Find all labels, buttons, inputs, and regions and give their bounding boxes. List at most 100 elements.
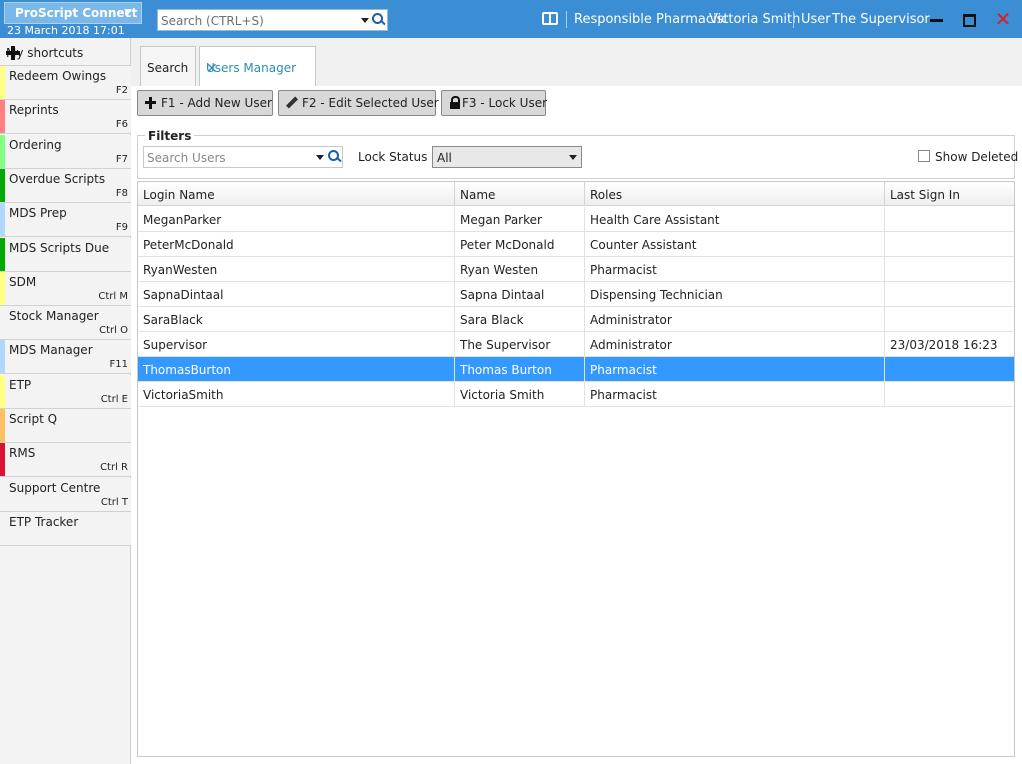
search-dropdown-icon[interactable] bbox=[316, 155, 324, 160]
cell-text: 23/03/2018 16:23 bbox=[890, 338, 998, 352]
checkbox-icon[interactable] bbox=[918, 150, 930, 162]
table-row[interactable]: SapnaDintaal Sapna Dintaal Dispensing Tech… bbox=[138, 282, 1014, 307]
shortcut-key: Ctrl E bbox=[100, 393, 128, 405]
cell-login-name: SaraBlack bbox=[138, 307, 455, 331]
table-row[interactable]: ThomasBurton Thomas Burton Pharmacist bbox=[138, 357, 1014, 382]
filters-legend: Filters bbox=[145, 129, 195, 143]
shortcut-color-bar bbox=[0, 203, 5, 237]
lock-user-label: F3 - Lock User bbox=[462, 96, 548, 110]
current-datetime: 23 March 2018 17:01 bbox=[7, 24, 125, 37]
table-row[interactable]: MeganParker Megan Parker Health Care Assis… bbox=[138, 207, 1014, 232]
maximize-icon[interactable] bbox=[961, 10, 979, 28]
shortcut-stock-manager[interactable]: Stock Manager Ctrl O bbox=[0, 306, 131, 341]
shortcut-ordering[interactable]: Ordering F7 bbox=[0, 134, 131, 169]
add-shortcut-icon[interactable] bbox=[6, 46, 20, 60]
shortcut-sdm[interactable]: SDM Ctrl M bbox=[0, 271, 131, 306]
shortcut-label: Script Q bbox=[9, 412, 58, 426]
close-icon[interactable]: ✕ bbox=[994, 9, 1012, 29]
global-search[interactable] bbox=[157, 9, 388, 31]
tab-label: Users Manager bbox=[206, 61, 297, 75]
add-new-user-button[interactable]: F1 - Add New User bbox=[137, 90, 273, 116]
column-header-label: Last Sign In bbox=[890, 188, 960, 202]
shortcut-label: Ordering bbox=[9, 137, 62, 152]
shortcut-support-centre[interactable]: Support Centre Ctrl T bbox=[0, 477, 131, 512]
shortcut-reprints[interactable]: Reprints F6 bbox=[0, 100, 131, 135]
shortcut-etp-tracker[interactable]: ETP Tracker bbox=[0, 511, 131, 546]
shortcut-label: MDS Manager bbox=[9, 343, 93, 358]
lock-status-value: All bbox=[437, 151, 452, 165]
cell-last-sign-in bbox=[885, 357, 1014, 381]
shortcut-color-bar bbox=[0, 100, 5, 134]
cell-login-name: MeganParker bbox=[138, 207, 455, 231]
cell-text: VictoriaSmith bbox=[143, 388, 224, 402]
shortcut-color-bar bbox=[0, 409, 5, 442]
shortcut-redeem-owings[interactable]: Redeem Owings F2 bbox=[0, 66, 131, 100]
shortcut-label: SDM bbox=[9, 274, 37, 289]
shortcut-label: Support Centre bbox=[9, 480, 101, 495]
cell-text: Sara Black bbox=[460, 313, 524, 327]
column-header-label: Login Name bbox=[143, 188, 215, 202]
lock-user-button[interactable]: F3 - Lock User bbox=[441, 90, 548, 116]
cell-text: Sapna Dintaal bbox=[460, 288, 545, 302]
cell-name: Peter McDonald bbox=[455, 232, 585, 256]
pencil-icon bbox=[285, 96, 299, 110]
cell-login-name: VictoriaSmith bbox=[138, 382, 455, 406]
cell-role: Pharmacist bbox=[585, 382, 885, 406]
cell-name: Ryan Westen bbox=[455, 257, 585, 281]
tab-users-manager[interactable]: Users Manager ✕ bbox=[199, 46, 316, 86]
close-tab-icon[interactable]: ✕ bbox=[206, 61, 218, 77]
table-row[interactable]: Supervisor The Supervisor Administrator 23/… bbox=[138, 332, 1014, 357]
cell-text: Pharmacist bbox=[590, 388, 657, 402]
column-header-roles[interactable]: Roles bbox=[585, 182, 885, 206]
shortcut-mds-prep[interactable]: MDS Prep F9 bbox=[0, 203, 131, 238]
shortcut-overdue-scripts[interactable]: Overdue Scripts F8 bbox=[0, 168, 131, 203]
column-header-last-sign-in[interactable]: Last Sign In bbox=[885, 182, 1014, 206]
column-header-login-name[interactable]: Login Name bbox=[138, 182, 455, 206]
app-menu-button[interactable]: ProScript Connect bbox=[4, 2, 142, 24]
show-deleted-checkbox[interactable]: Show Deleted bbox=[918, 150, 1018, 166]
shortcut-color-bar bbox=[0, 374, 5, 408]
column-header-name[interactable]: Name bbox=[455, 182, 585, 206]
search-dropdown-icon[interactable] bbox=[361, 18, 369, 23]
shortcut-etp[interactable]: ETP Ctrl E bbox=[0, 374, 131, 409]
cell-text: Pharmacist bbox=[590, 363, 657, 377]
cell-text: Supervisor bbox=[143, 338, 208, 352]
cell-last-sign-in: 23/03/2018 16:23 bbox=[885, 332, 1014, 356]
global-search-input[interactable] bbox=[161, 12, 356, 29]
cell-text: Thomas Burton bbox=[460, 363, 552, 377]
user-search-input[interactable] bbox=[147, 149, 312, 166]
edit-selected-user-button[interactable]: F2 - Edit Selected User bbox=[278, 90, 439, 116]
search-icon[interactable] bbox=[328, 150, 342, 164]
minimize-icon[interactable] bbox=[928, 10, 946, 28]
cell-login-name: RyanWesten bbox=[138, 257, 455, 281]
tab-search[interactable]: Search bbox=[140, 46, 196, 86]
shortcuts-header: My shortcuts bbox=[0, 38, 131, 66]
cell-name: Sapna Dintaal bbox=[455, 282, 585, 306]
cell-text: Administrator bbox=[590, 338, 672, 352]
table-row[interactable]: VictoriaSmith Victoria Smith Pharmacist bbox=[138, 382, 1014, 407]
table-row[interactable]: RyanWesten Ryan Westen Pharmacist bbox=[138, 257, 1014, 282]
shortcut-label: RMS bbox=[9, 446, 36, 461]
cell-text: RyanWesten bbox=[143, 263, 218, 277]
shortcut-script-q[interactable]: Script Q bbox=[0, 409, 131, 443]
cell-text: Peter McDonald bbox=[460, 238, 555, 252]
show-deleted-label: Show Deleted bbox=[935, 150, 1019, 164]
user-search[interactable] bbox=[143, 146, 343, 168]
shortcut-color-bar bbox=[0, 306, 5, 340]
cell-text: SapnaDintaal bbox=[143, 288, 224, 302]
pharmacist-icon[interactable] bbox=[542, 12, 558, 25]
cell-name: Thomas Burton bbox=[455, 357, 585, 381]
title-bar: ProScript Connect 23 March 2018 17:01 Re… bbox=[0, 0, 1022, 38]
app-brand-label: ProScript Connect bbox=[15, 6, 138, 20]
tab-label: Search bbox=[147, 61, 189, 75]
search-icon[interactable] bbox=[372, 13, 386, 27]
table-row[interactable]: PeterMcDonald Peter McDonald Counter Assis… bbox=[138, 232, 1014, 257]
table-row[interactable]: SaraBlack Sara Black Administrator bbox=[138, 307, 1014, 332]
shortcut-label: MDS Prep bbox=[9, 206, 67, 221]
shortcut-mds-manager[interactable]: MDS Manager F11 bbox=[0, 340, 131, 375]
shortcut-rms[interactable]: RMS Ctrl R bbox=[0, 443, 131, 478]
shortcut-mds-scripts-due[interactable]: MDS Scripts Due bbox=[0, 237, 131, 272]
lock-status-select[interactable]: All bbox=[432, 146, 582, 168]
shortcut-color-bar bbox=[0, 134, 5, 168]
user-label: User bbox=[801, 12, 831, 27]
